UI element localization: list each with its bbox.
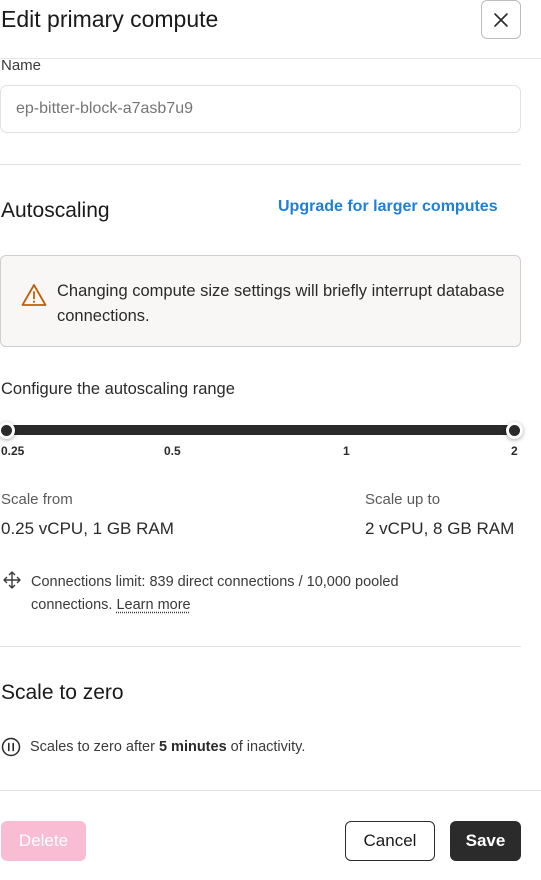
divider xyxy=(0,164,521,165)
header-divider xyxy=(0,58,541,59)
slider-tick-label: 2 xyxy=(511,444,518,458)
warning-icon xyxy=(21,284,47,306)
scale-to-zero-text: Scales to zero after 5 minutes of inacti… xyxy=(30,739,305,755)
close-icon xyxy=(494,12,508,27)
name-input[interactable] xyxy=(0,85,521,133)
save-button[interactable]: Save xyxy=(450,821,521,861)
connections-limit-text: Connections limit: 839 direct connection… xyxy=(31,571,471,617)
autoscaling-range-slider[interactable] xyxy=(0,421,528,441)
slider-min-handle[interactable] xyxy=(0,422,15,439)
cancel-button[interactable]: Cancel xyxy=(345,821,435,861)
divider xyxy=(0,646,521,647)
scale-to-zero-suffix: of inactivity. xyxy=(230,739,306,755)
scale-to-zero-prefix: Scales to zero after xyxy=(30,739,155,755)
scale-from-label: Scale from xyxy=(1,491,73,508)
delete-button[interactable]: Delete xyxy=(1,821,86,861)
name-label: Name xyxy=(1,57,42,74)
slider-track[interactable] xyxy=(6,425,516,435)
dialog-header: Edit primary compute xyxy=(0,0,541,60)
footer-divider xyxy=(0,790,541,791)
connections-limit-copy: Connections limit: 839 direct connection… xyxy=(31,574,399,613)
pause-icon xyxy=(1,737,21,757)
slider-tick-label: 0.25 xyxy=(1,444,25,458)
scale-from-value: 0.25 vCPU, 1 GB RAM xyxy=(1,519,174,538)
slider-tick-label: 0.5 xyxy=(164,444,181,458)
slider-tick-label: 1 xyxy=(343,444,350,458)
edit-compute-dialog: Edit primary compute Name Autoscaling Up… xyxy=(0,0,541,880)
scale-up-to-value: 2 vCPU, 8 GB RAM xyxy=(365,519,515,538)
scale-up-to-label: Scale up to xyxy=(365,491,441,508)
slider-max-handle[interactable] xyxy=(506,422,523,439)
connections-icon xyxy=(3,571,21,589)
close-button[interactable] xyxy=(481,0,521,39)
scale-to-zero-title: Scale to zero xyxy=(1,681,124,704)
learn-more-link[interactable]: Learn more xyxy=(116,597,190,613)
upgrade-link[interactable]: Upgrade for larger computes xyxy=(278,198,498,216)
range-label: Configure the autoscaling range xyxy=(1,380,235,398)
dialog-title: Edit primary compute xyxy=(1,6,219,32)
alert-text: Changing compute size settings will brie… xyxy=(57,282,505,325)
scale-to-zero-duration: 5 minutes xyxy=(158,739,227,755)
autoscaling-title: Autoscaling xyxy=(1,199,110,222)
interrupt-warning-alert: Changing compute size settings will brie… xyxy=(0,255,521,347)
